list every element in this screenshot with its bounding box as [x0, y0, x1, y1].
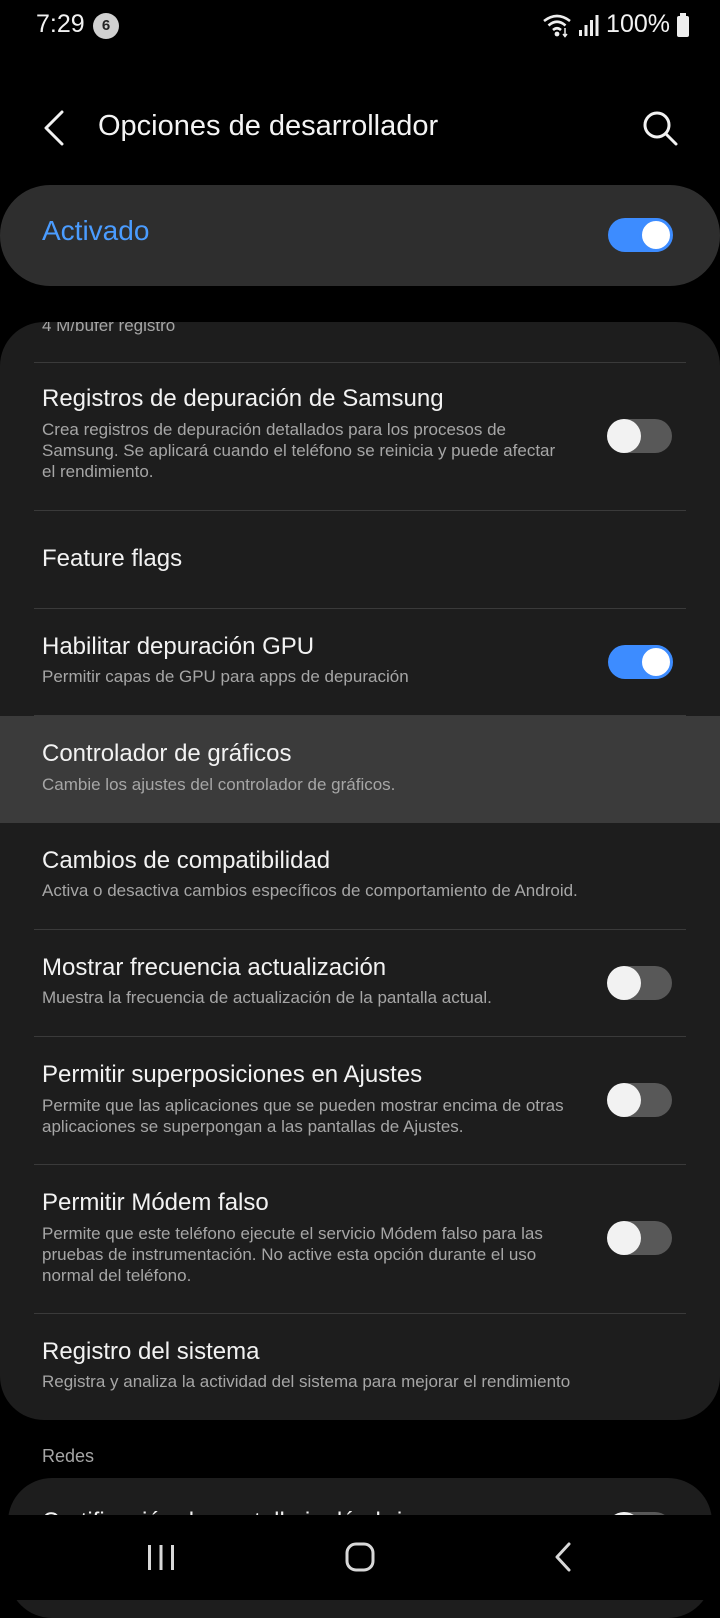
list-item-subtitle: Permite que las aplicaciones que se pued… [42, 1096, 564, 1136]
samsung-debug-logs-toggle[interactable] [607, 419, 672, 453]
mock-modem-toggle[interactable] [607, 1221, 672, 1255]
list-item-title: Mostrar frecuencia actualización [42, 954, 387, 981]
battery-icon [677, 12, 689, 37]
list-item-partial: 4 M/búfer registro [42, 322, 176, 335]
master-switch-card[interactable]: Activado [0, 185, 720, 286]
recent-apps-button[interactable] [131, 1529, 191, 1585]
list-item-title: Controlador de gráficos [42, 740, 292, 767]
settings-overlays-toggle[interactable] [607, 1083, 672, 1117]
list-item-title: Cambios de compatibilidad [42, 847, 331, 874]
list-item-title: Permitir Módem falso [42, 1189, 269, 1216]
back-icon [555, 1542, 571, 1572]
home-button[interactable] [330, 1529, 390, 1585]
list-item-subtitle: Muestra la frecuencia de actualización d… [42, 988, 492, 1007]
page-title: Opciones de desarrollador [98, 110, 439, 142]
recent-apps-icon [148, 1545, 174, 1570]
list-item-feature-flags[interactable]: Feature flags [0, 511, 720, 608]
list-item-show-refresh-rate[interactable]: Mostrar frecuencia actualización Muestra… [0, 930, 720, 1036]
wifi-icon [543, 14, 571, 38]
settings-list: 4 M/búfer registro Registros de depuraci… [0, 322, 720, 1420]
navigation-bar [0, 1515, 720, 1600]
battery-percentage: 100% [606, 10, 670, 38]
home-icon [345, 1542, 375, 1572]
status-bar: 7:29 6 100% [0, 0, 720, 56]
app-header: Opciones de desarrollador [0, 92, 720, 164]
master-switch-label: Activado [42, 215, 150, 246]
section-header-networks: Redes [42, 1446, 95, 1466]
list-item-title: Feature flags [42, 545, 183, 572]
list-item-gpu-debug[interactable]: Habilitar depuración GPU Permitir capas … [0, 609, 720, 715]
list-item-settings-overlays[interactable]: Permitir superposiciones en Ajustes Perm… [0, 1037, 720, 1164]
list-item-graphics-driver[interactable]: Controlador de gráficos Cambie los ajust… [0, 716, 720, 823]
list-item-system-tracing[interactable]: Registro del sistema Registra y analiza … [0, 1314, 720, 1420]
list-item-compatibility-changes[interactable]: Cambios de compatibilidad Activa o desac… [0, 823, 720, 929]
master-switch-toggle[interactable] [608, 218, 673, 252]
list-item-title: Habilitar depuración GPU [42, 633, 315, 660]
signal-icon [579, 14, 599, 36]
list-item-samsung-debug-logs[interactable]: Registros de depuración de Samsung Crea … [0, 363, 720, 510]
status-time: 7:29 [36, 10, 85, 38]
chevron-left-icon [44, 110, 64, 146]
list-item-title: Registro del sistema [42, 1338, 260, 1365]
list-item-title: Registros de depuración de Samsung [42, 385, 444, 412]
search-button[interactable] [638, 106, 682, 150]
back-button[interactable] [34, 102, 78, 154]
list-item-subtitle: Cambie los ajustes del controlador de gr… [42, 775, 396, 794]
list-item-subtitle: Permite que este teléfono ejecute el ser… [42, 1224, 543, 1285]
list-item-subtitle: Crea registros de depuración detallados … [42, 420, 556, 481]
list-item-mock-modem[interactable]: Permitir Módem falso Permite que este te… [0, 1165, 720, 1313]
status-icons: 100% [542, 10, 690, 39]
gpu-debug-toggle[interactable] [608, 645, 673, 679]
list-item-subtitle: Registra y analiza la actividad del sist… [42, 1372, 571, 1391]
list-item-subtitle: Activa o desactiva cambios específicos d… [42, 881, 578, 900]
list-item-subtitle: Permitir capas de GPU para apps de depur… [42, 667, 409, 686]
list-item-title: Permitir superposiciones en Ajustes [42, 1061, 423, 1088]
show-refresh-rate-toggle[interactable] [607, 966, 672, 1000]
search-icon [643, 111, 678, 146]
nav-back-button[interactable] [533, 1529, 593, 1585]
notification-count-badge: 6 [93, 13, 119, 39]
